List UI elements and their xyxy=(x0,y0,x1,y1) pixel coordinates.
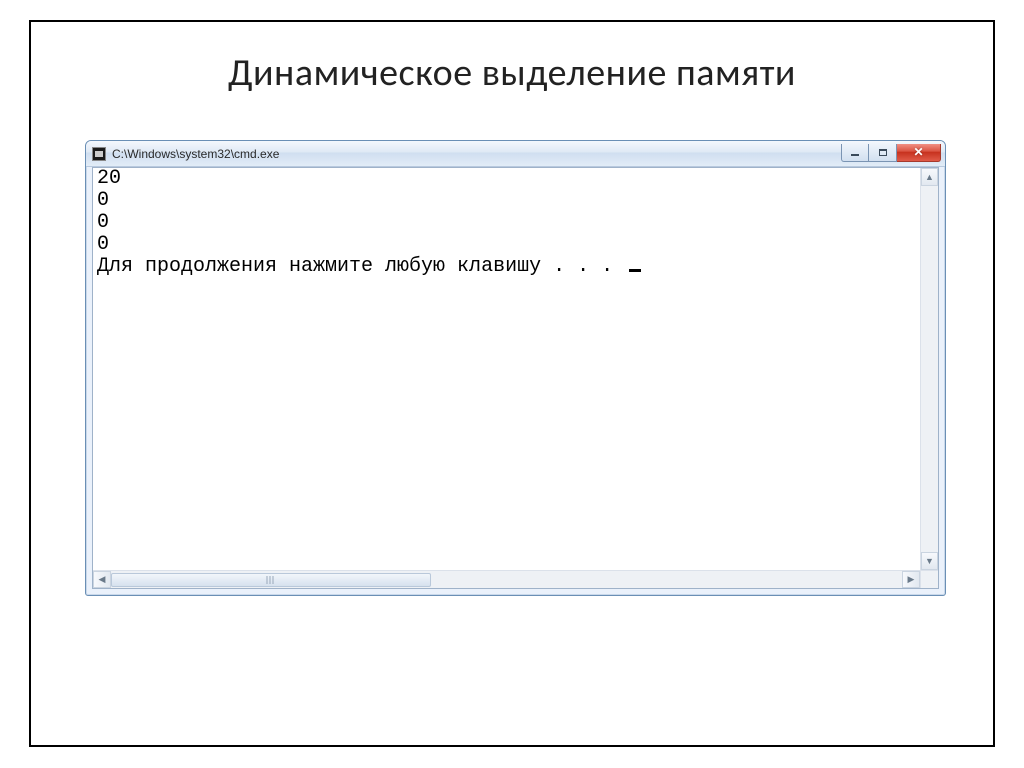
cursor-icon xyxy=(629,269,641,272)
cmd-window: C:\Windows\system32\cmd.exe ✕ 20 0 0 0 Д… xyxy=(85,140,946,596)
scrollbar-corner xyxy=(920,570,938,588)
scroll-grip-icon xyxy=(267,576,276,584)
minimize-button[interactable] xyxy=(841,144,869,162)
scroll-down-button[interactable]: ▼ xyxy=(921,552,938,570)
console-prompt-line: Для продолжения нажмите любую клавишу . … xyxy=(97,256,916,278)
close-button[interactable]: ✕ xyxy=(897,144,941,162)
scroll-right-button[interactable]: ▶ xyxy=(902,571,920,588)
cmd-icon xyxy=(92,147,106,161)
console-line: 20 xyxy=(97,168,916,190)
minimize-icon xyxy=(851,154,859,156)
slide-title: Динамическое выделение памяти xyxy=(31,50,993,96)
titlebar[interactable]: C:\Windows\system32\cmd.exe ✕ xyxy=(86,141,945,167)
console-line: 0 xyxy=(97,234,916,256)
window-title: C:\Windows\system32\cmd.exe xyxy=(112,147,841,161)
console-line: 0 xyxy=(97,190,916,212)
scroll-up-button[interactable]: ▲ xyxy=(921,168,938,186)
slide-frame: Динамическое выделение памяти C:\Windows… xyxy=(29,20,995,747)
maximize-icon xyxy=(879,149,887,156)
console-prompt: Для продолжения нажмите любую клавишу . … xyxy=(97,255,625,278)
horizontal-scrollbar[interactable]: ◀ ▶ xyxy=(93,570,920,588)
vertical-scrollbar[interactable]: ▲ ▼ xyxy=(920,168,938,570)
maximize-button[interactable] xyxy=(869,144,897,162)
close-icon: ✕ xyxy=(913,145,923,160)
console-output[interactable]: 20 0 0 0 Для продолжения нажмите любую к… xyxy=(93,168,920,570)
scroll-thumb[interactable] xyxy=(111,573,431,587)
window-buttons: ✕ xyxy=(841,144,941,162)
scroll-left-button[interactable]: ◀ xyxy=(93,571,111,588)
client-area: 20 0 0 0 Для продолжения нажмите любую к… xyxy=(92,167,939,589)
console-line: 0 xyxy=(97,212,916,234)
